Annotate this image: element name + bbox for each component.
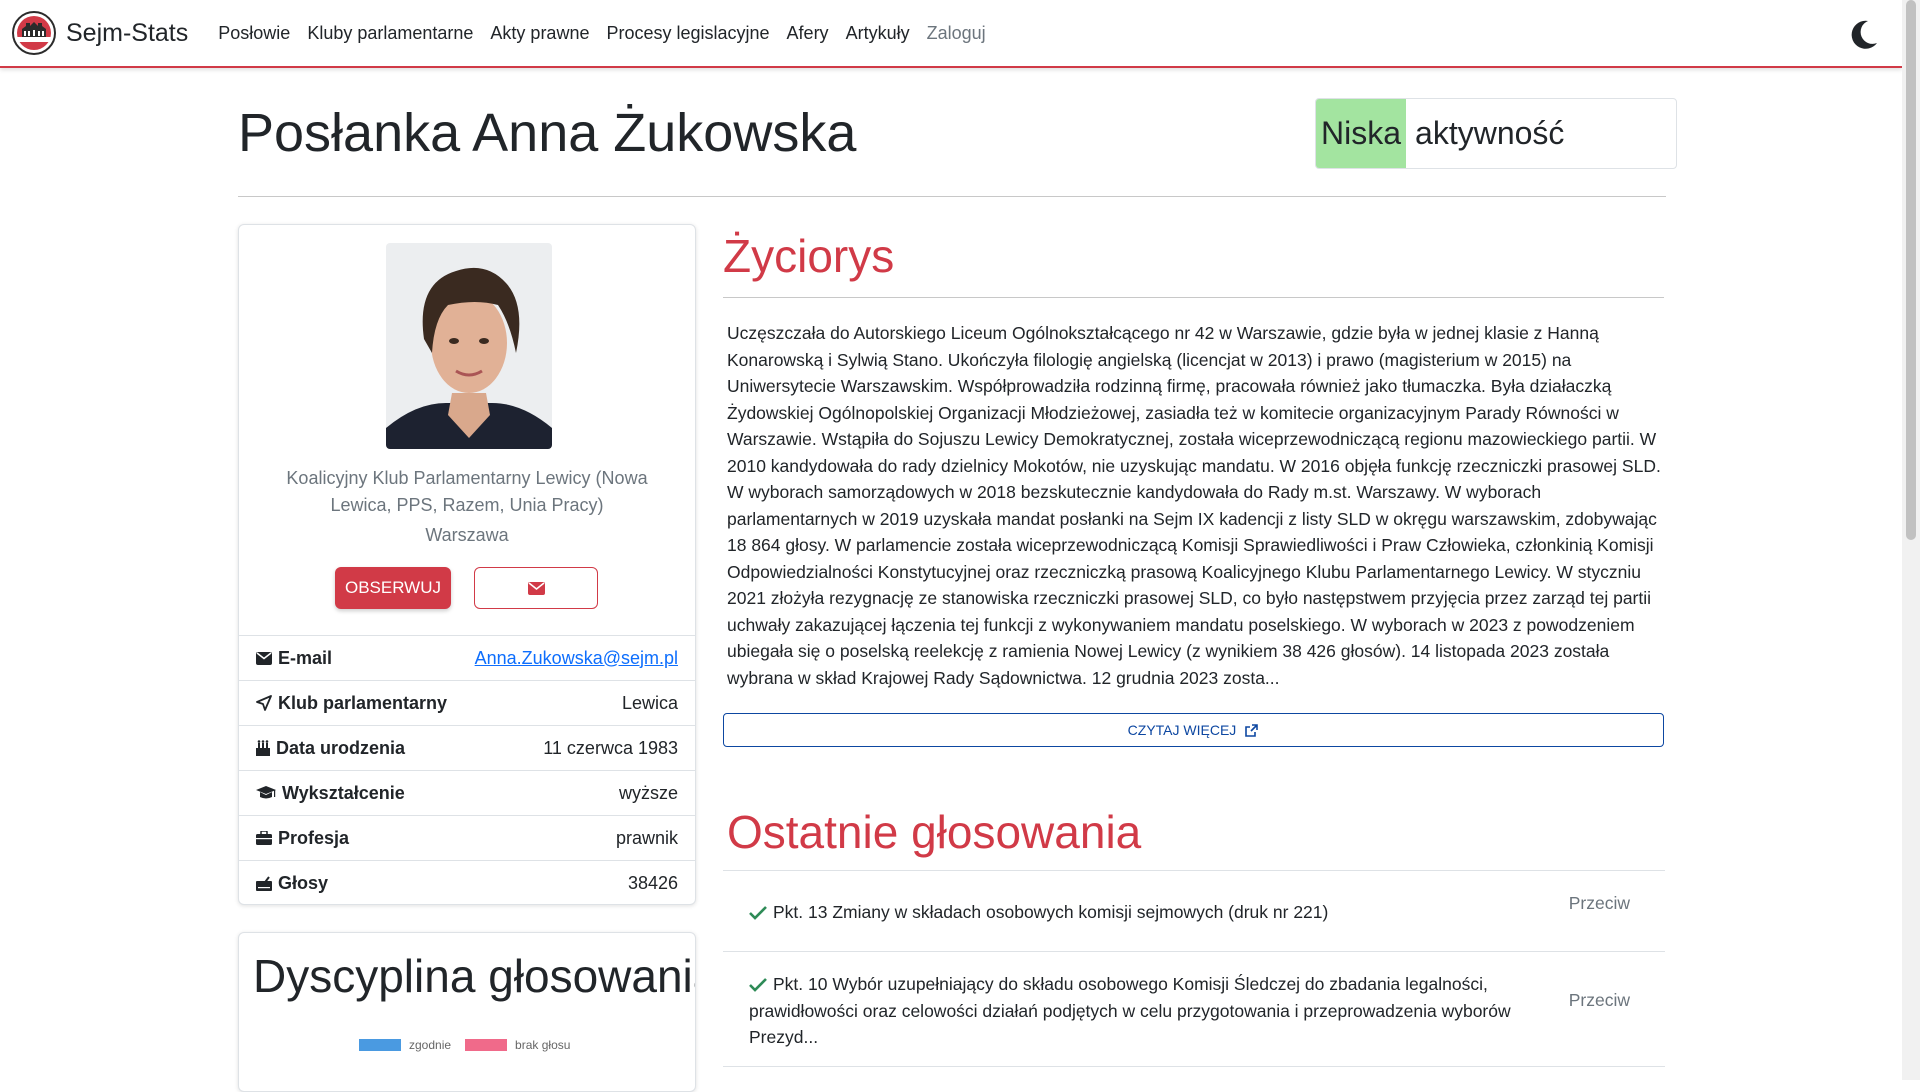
info-label-profession: Profesja — [256, 828, 349, 849]
info-row-club: Klub parlamentarny Lewica — [239, 680, 695, 725]
club-full-name: Koalicyjny Klub Parlamentarny Lewicy (No… — [286, 468, 648, 515]
profile-card: Koalicyjny Klub Parlamentarny Lewicy (No… — [238, 224, 696, 905]
briefcase-icon — [256, 831, 272, 845]
education-value: wyższe — [618, 782, 678, 803]
info-row-votes: Głosy 38426 — [239, 860, 695, 905]
brand[interactable]: Sejm-Stats — [12, 11, 188, 55]
follow-button[interactable]: OBSERWUJ — [335, 567, 451, 609]
info-label-club: Klub parlamentarny — [256, 693, 447, 714]
page-title: Posłanka Anna Żukowska — [238, 103, 857, 163]
legend-item-zgodnie[interactable]: zgodnie — [359, 1038, 451, 1052]
nav-link-poslowie[interactable]: Posłowie — [218, 23, 290, 44]
legend-swatch-zgodnie — [359, 1039, 401, 1051]
info-label-birthdate: Data urodzenia — [256, 738, 405, 759]
discipline-legend: zgodnie brak głosu — [359, 1038, 584, 1052]
read-more-label: CZYTAJ WIĘCEJ — [1127, 722, 1237, 738]
vote-item[interactable]: Pkt. 10 Wybór uzupełniający do składu os… — [723, 952, 1665, 1067]
votes-title: Ostatnie głosowania — [727, 806, 1142, 858]
vote-result: Przeciw — [1568, 990, 1630, 1010]
discipline-card: Dyscyplina głosowania zgodnie brak głosu — [238, 932, 696, 1092]
birthday-cake-icon — [256, 740, 270, 756]
vote-item[interactable]: Pkt. 13 Zmiany w składach osobowych komi… — [723, 870, 1665, 952]
info-row-email: E-mail Anna.Zukowska@sejm.pl — [239, 635, 695, 680]
nav-link-kluby[interactable]: Kluby parlamentarne — [307, 23, 473, 44]
read-more-button[interactable]: CZYTAJ WIĘCEJ — [723, 713, 1664, 747]
scrollbar-thumb[interactable] — [1906, 0, 1916, 540]
title-divider — [238, 196, 1666, 197]
nav-link-procesy[interactable]: Procesy legislacyjne — [606, 23, 769, 44]
check-icon — [749, 978, 767, 992]
sejm-logo-icon — [12, 11, 56, 55]
club-value: Lewica — [621, 692, 678, 713]
envelope-icon — [256, 651, 272, 665]
check-icon — [749, 906, 767, 920]
activity-badge: Niska aktywność — [1315, 98, 1677, 169]
nav-link-akty-prawne[interactable]: Akty prawne — [490, 23, 589, 44]
info-label-education: Wykształcenie — [256, 783, 405, 804]
profession-value: prawnik — [615, 827, 678, 848]
vote-result: Przeciw — [1568, 893, 1630, 913]
bio-text: Uczęszczała do Autorskiego Liceum Ogólno… — [727, 323, 1661, 688]
envelope-icon — [527, 581, 545, 595]
info-list: E-mail Anna.Zukowska@sejm.pl Klub parlam… — [239, 635, 695, 905]
legend-swatch-brak-glosu — [465, 1039, 508, 1051]
bio-divider — [723, 297, 1664, 298]
info-label-votes: Głosy — [256, 873, 328, 894]
vote-box-icon — [256, 875, 272, 891]
nav-link-artykuly[interactable]: Artykuły — [846, 23, 910, 44]
vote-item-text: Pkt. 10 Wybór uzupełniający do składu os… — [749, 974, 1511, 1047]
bio-title: Życiorys — [723, 230, 895, 282]
votes-value: 38426 — [627, 872, 678, 893]
nav-link-afery[interactable]: Afery — [787, 23, 829, 44]
discipline-title: Dyscyplina głosowania — [253, 950, 696, 1002]
info-row-profession: Profesja prawnik — [239, 815, 695, 860]
legend-item-brak-glosu[interactable]: brak głosu — [465, 1038, 570, 1052]
votes-list: Pkt. 13 Zmiany w składach osobowych komi… — [723, 870, 1665, 1067]
info-row-education: Wykształcenie wyższe — [239, 770, 695, 815]
send-email-button[interactable] — [474, 567, 598, 609]
external-link-icon — [1245, 723, 1259, 737]
follow-button-label: OBSERWUJ — [344, 578, 442, 597]
info-label-email: E-mail — [256, 648, 332, 669]
constituency-city: Warszawa — [425, 525, 509, 545]
top-navbar: Sejm-Stats Posłowie Kluby parlamentarne … — [0, 0, 1902, 68]
nav-links: Posłowie Kluby parlamentarne Akty prawne… — [218, 23, 1002, 44]
vote-item-text: Pkt. 13 Zmiany w składach osobowych komi… — [749, 899, 1539, 926]
birthdate-value: 11 czerwca 1983 — [543, 737, 678, 758]
activity-label: aktywność — [1415, 115, 1565, 151]
activity-level: Niska — [1316, 99, 1407, 168]
dark-mode-moon-icon[interactable] — [1846, 18, 1880, 52]
mp-photo — [386, 243, 552, 449]
page-scrollbar[interactable] — [1902, 0, 1920, 1080]
info-row-birthdate: Data urodzenia 11 czerwca 1983 — [239, 725, 695, 770]
graduation-cap-icon — [256, 786, 276, 799]
brand-name: Sejm-Stats — [66, 18, 189, 47]
paper-plane-icon — [256, 695, 272, 711]
email-link[interactable]: Anna.Zukowska@sejm.pl — [475, 648, 678, 669]
nav-link-zaloguj[interactable]: Zaloguj — [927, 23, 986, 44]
